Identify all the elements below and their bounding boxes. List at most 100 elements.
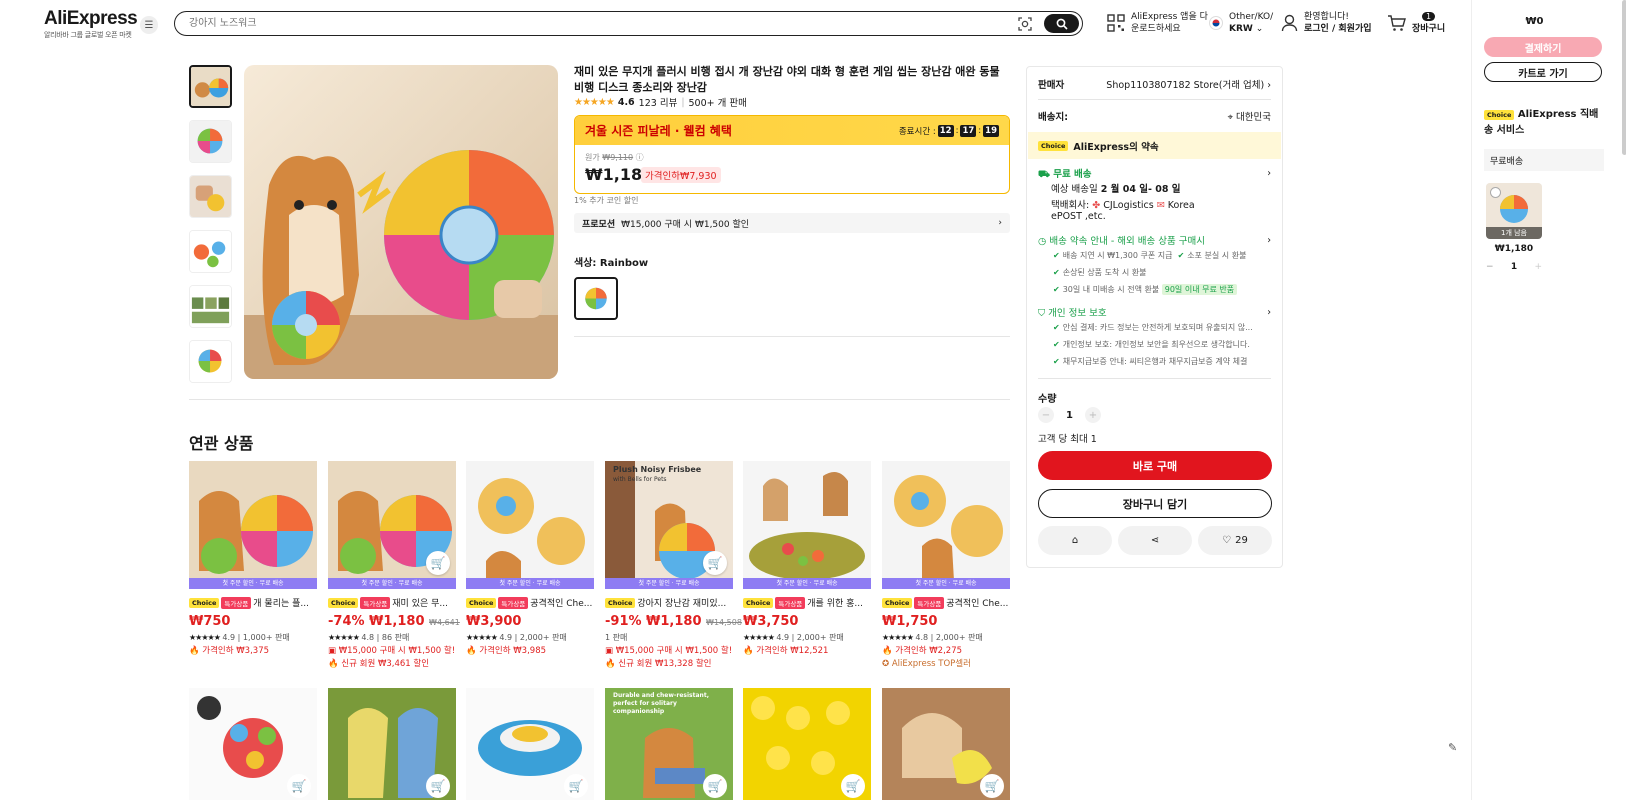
card-extra-2: 🔥 신규 회원 ₩13,328 할인 bbox=[605, 657, 733, 669]
store-button[interactable]: ⌂ bbox=[1038, 526, 1112, 555]
product-card[interactable]: 첫 주문 할인 · 무료 배송 Choice 특가상품 공격적인 Che... ₩1… bbox=[882, 461, 1010, 681]
add-to-cart-button[interactable]: 🛒 bbox=[841, 774, 865, 798]
cart-item-image[interactable]: 1개 남음 bbox=[1486, 183, 1542, 239]
increase-button[interactable]: + bbox=[1534, 262, 1542, 272]
image-search-icon[interactable] bbox=[1017, 16, 1033, 32]
thumbnail-6[interactable] bbox=[189, 340, 232, 383]
product-card-image[interactable]: Plush Noisy Frisbee with Bells for Pets 🛒… bbox=[605, 461, 733, 589]
carrier-name-2: Korea bbox=[1167, 200, 1195, 211]
product-card-image[interactable]: 첫 주문 할인 · 무료 배송 bbox=[743, 461, 871, 589]
search-input[interactable] bbox=[189, 15, 969, 32]
free-shipping-row[interactable]: ⛟ 무료 배송 › bbox=[1038, 166, 1271, 181]
carrier-logo-icon: ✤ bbox=[1092, 200, 1101, 211]
promo-banner: 첫 주문 할인 · 무료 배송 bbox=[882, 578, 1010, 589]
thumbnail-1[interactable] bbox=[189, 65, 232, 108]
account-menu[interactable]: 환영합니다! 로그인 / 회원가입 bbox=[1281, 11, 1372, 35]
check-icon: ✔ bbox=[1053, 268, 1060, 277]
product-card-image[interactable]: 첫 주문 할인 · 무료 배송 bbox=[466, 461, 594, 589]
timer-hours: 12 bbox=[937, 124, 954, 137]
product-card-image[interactable]: 첫 주문 할인 · 무료 배송 bbox=[882, 461, 1010, 589]
add-to-cart-button[interactable]: 🛒 bbox=[564, 774, 588, 798]
orig-price-value: ₩9,110 bbox=[602, 153, 634, 162]
promo-banner: 첫 주문 할인 · 무료 배송 bbox=[605, 578, 733, 589]
select-checkbox[interactable] bbox=[1490, 187, 1501, 198]
add-to-cart-button[interactable]: 🛒 bbox=[287, 774, 311, 798]
product-card[interactable]: 첫 주문 할인 · 무료 배송 Choice 특가상품 개 물리는 플... ₩75… bbox=[189, 461, 317, 681]
add-to-cart-button[interactable]: 🛒 bbox=[703, 551, 727, 575]
product-card-image[interactable]: 🛒 bbox=[882, 688, 1010, 800]
review-count[interactable]: 123 리뷰 bbox=[639, 95, 678, 109]
app-download[interactable]: AliExpress 앱을 다 운로드하세요 bbox=[1107, 11, 1208, 35]
cart-total: ₩0 bbox=[1525, 16, 1544, 27]
eta-line: 예상 배송일 2 월 04 일- 08 일 bbox=[1051, 181, 1181, 195]
locale-selector[interactable]: Other/KO/KRW ⌄ bbox=[1209, 11, 1273, 35]
card-image-caption: Plush Noisy Frisbee bbox=[613, 465, 702, 474]
cart-item-stepper: − 1 + bbox=[1486, 262, 1542, 272]
go-to-cart-button[interactable]: 카트로 가기 bbox=[1484, 62, 1602, 82]
fire-icon: 🔥 bbox=[466, 646, 477, 656]
info-icon[interactable]: ⓘ bbox=[636, 153, 644, 162]
product-card-image[interactable]: 🛒 bbox=[189, 688, 317, 800]
product-card[interactable]: Plush Noisy Frisbee with Bells for Pets 🛒… bbox=[605, 461, 742, 681]
seller-row[interactable]: 판매자 Shop1103807182 Store(거래 업체) › bbox=[1038, 77, 1271, 91]
aliexpress-logo[interactable]: AliExpress 알리바바 그룹 글로벌 오픈 마켓 bbox=[44, 8, 138, 40]
checkout-button[interactable]: 결제하기 bbox=[1484, 37, 1602, 57]
special-badge: 특가상품 bbox=[360, 596, 391, 609]
quantity-value[interactable]: 1 bbox=[1066, 410, 1073, 421]
product-card-image[interactable]: Durable and chew-resistant, perfect for … bbox=[605, 688, 733, 800]
guarantee-row[interactable]: ◷ 배송 약속 안내 - 해외 배송 상품 구매시 › bbox=[1038, 233, 1271, 248]
cart-item-qty[interactable]: 1 bbox=[1511, 262, 1517, 272]
guarantee-4-text: 30일 내 미배송 시 전액 환불 bbox=[1062, 285, 1160, 294]
card-price: ₩3,900 bbox=[466, 614, 522, 629]
promotion-label: 프로모션 bbox=[582, 219, 616, 230]
promotion-row[interactable]: 프로모션 ₩15,000 구매 시 ₩1,500 할인 › bbox=[574, 213, 1010, 233]
top-seller-icon: ✪ bbox=[882, 659, 890, 669]
privacy-title: 개인 정보 보호 bbox=[1048, 308, 1107, 319]
guarantee-line-1: ✔ 배송 지연 시 ₩1,300 쿠폰 지급 ✔ 소포 분실 시 환불 bbox=[1053, 250, 1246, 261]
thumbnail-2[interactable] bbox=[189, 120, 232, 163]
product-card-image[interactable]: 🛒 bbox=[328, 688, 456, 800]
cart-link[interactable]: 1 장바구니 bbox=[1387, 11, 1445, 35]
thumbnail-3[interactable] bbox=[189, 175, 232, 218]
service-title: Choice AliExpress 직배송 서비스 bbox=[1484, 107, 1604, 138]
product-card-image[interactable]: 🛒 bbox=[466, 688, 594, 800]
card-sold: 2,000+ 판매 bbox=[519, 633, 567, 642]
add-to-cart-button[interactable]: 🛒 bbox=[980, 774, 1004, 798]
privacy-row[interactable]: ⛉ 개인 정보 보호 › bbox=[1038, 305, 1271, 320]
buy-now-button[interactable]: 바로 구매 bbox=[1038, 451, 1272, 480]
decrease-button[interactable]: − bbox=[1486, 262, 1494, 272]
share-button[interactable]: ⋖ bbox=[1118, 526, 1192, 555]
timer-minutes: 17 bbox=[960, 124, 977, 137]
card-extra-1-text: 가격인하 ₩3,985 bbox=[479, 646, 547, 656]
thumbnail-5[interactable] bbox=[189, 285, 232, 328]
product-card[interactable]: 첫 주문 할인 · 무료 배송 Choice 특가상품 공격적인 Che... ₩3… bbox=[466, 461, 594, 681]
wishlist-button[interactable]: ♡ 29 bbox=[1198, 526, 1272, 555]
promo-title: 겨울 시즌 피날레 · 웰컴 혜택 bbox=[585, 124, 732, 138]
product-card-image[interactable]: 🛒 첫 주문 할인 · 무료 배송 bbox=[328, 461, 456, 589]
card-sold: 1,000+ 판매 bbox=[242, 633, 290, 642]
edit-icon[interactable]: ✎ bbox=[1448, 741, 1457, 754]
menu-icon[interactable]: ☰ bbox=[140, 16, 158, 34]
add-to-cart-button[interactable]: 🛒 bbox=[426, 551, 450, 575]
product-card[interactable]: 🛒 첫 주문 할인 · 무료 배송 Choice 특가상품 재미 있은 무... -… bbox=[328, 461, 460, 681]
card-price: -74% ₩1,180 bbox=[328, 614, 425, 629]
product-card-image[interactable]: 🛒 bbox=[743, 688, 871, 800]
add-to-cart-button[interactable]: 장바구니 담기 bbox=[1038, 489, 1272, 518]
product-card-image[interactable]: 첫 주문 할인 · 무료 배송 bbox=[189, 461, 317, 589]
thumbnail-4[interactable] bbox=[189, 230, 232, 273]
search-button[interactable] bbox=[1044, 14, 1079, 33]
scrollbar-thumb[interactable] bbox=[1622, 0, 1626, 155]
cart-count-badge: 1 bbox=[1422, 12, 1436, 21]
add-to-cart-button[interactable]: 🛒 bbox=[703, 774, 727, 798]
color-swatch-rainbow[interactable] bbox=[574, 277, 618, 320]
add-to-cart-button[interactable]: 🛒 bbox=[426, 774, 450, 798]
color-label: 색상: Rainbow bbox=[574, 254, 648, 269]
guarantee-2-text: 소포 분실 시 환불 bbox=[1187, 251, 1247, 260]
mini-cart-sidebar: ₩0 결제하기 카트로 가기 Choice AliExpress 직배송 서비스… bbox=[1471, 0, 1626, 800]
shield-icon: ⛉ bbox=[1038, 308, 1046, 319]
main-product-image[interactable] bbox=[244, 65, 558, 379]
increase-button[interactable]: + bbox=[1084, 407, 1101, 423]
decrease-button[interactable]: − bbox=[1038, 407, 1054, 423]
product-card[interactable]: 첫 주문 할인 · 무료 배송 Choice 특가상품 개를 위한 홍... ₩3,… bbox=[743, 461, 871, 681]
ship-to-row[interactable]: 배송지: ⌖ 대한민국 bbox=[1038, 109, 1271, 123]
